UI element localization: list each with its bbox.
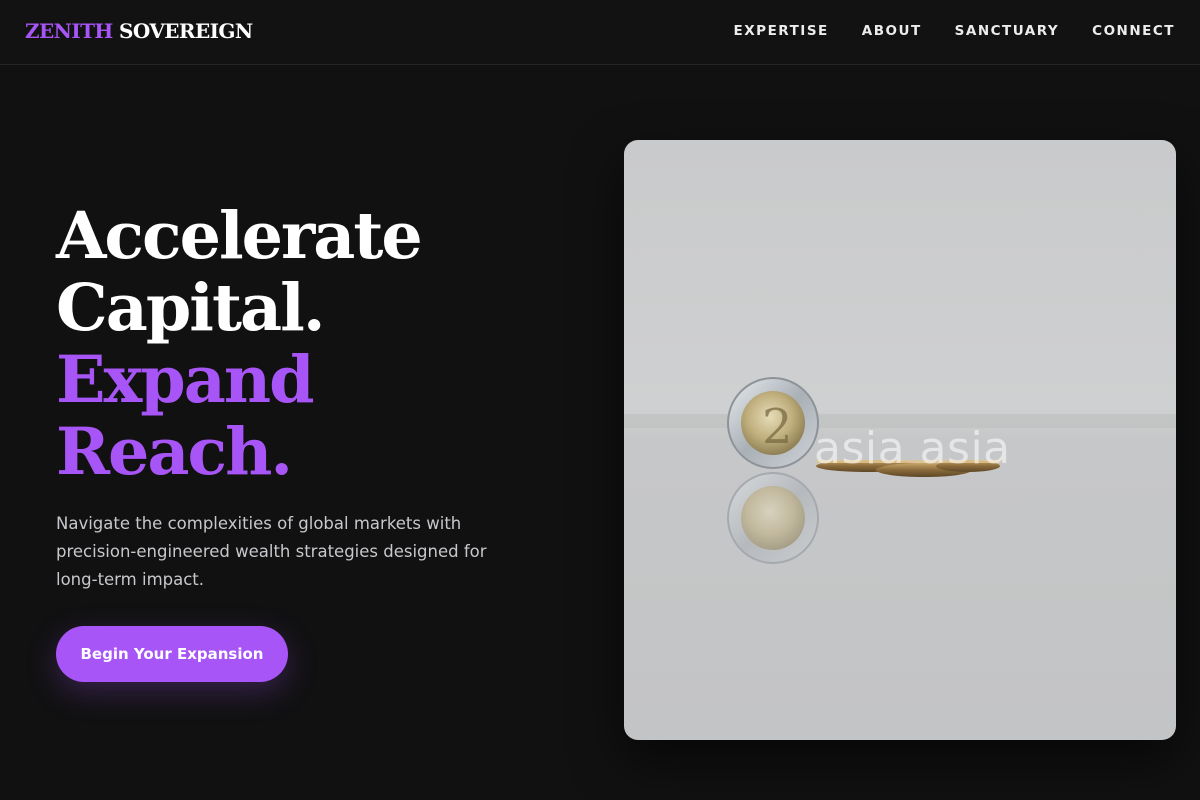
image-watermark: asia asia: [814, 423, 1011, 474]
nav-link-about[interactable]: ABOUT: [862, 23, 922, 39]
navbar: ZENITH SOVEREIGN EXPERTISE ABOUT SANCTUA…: [0, 0, 1200, 65]
euro-coin-reflection: [727, 472, 819, 564]
brand-logo[interactable]: ZENITH SOVEREIGN: [25, 19, 253, 43]
headline-line-2: Capital.: [56, 270, 325, 346]
main-nav: EXPERTISE ABOUT SANCTUARY CONNECT: [734, 23, 1175, 39]
nav-link-connect[interactable]: CONNECT: [1092, 23, 1175, 39]
hero-subcopy: Navigate the complexities of global mark…: [56, 514, 487, 589]
hero-headline: Accelerate Capital. Expand Reach.: [56, 198, 423, 490]
euro-coin: 2: [727, 377, 819, 469]
headline-line-3: Expand: [56, 342, 315, 418]
headline-line-4: Reach.: [56, 414, 293, 490]
headline-line-1: Accelerate: [56, 198, 423, 274]
nav-link-expertise[interactable]: EXPERTISE: [734, 23, 829, 39]
brand-name-part2: SOVEREIGN: [119, 19, 253, 43]
begin-expansion-button[interactable]: Begin Your Expansion: [56, 626, 288, 682]
brand-name-part1: ZENITH: [25, 19, 113, 43]
nav-link-sanctuary[interactable]: SANCTUARY: [955, 23, 1060, 39]
hero-image: 2 asia asia: [624, 140, 1176, 740]
coin-digit: 2: [762, 399, 793, 455]
